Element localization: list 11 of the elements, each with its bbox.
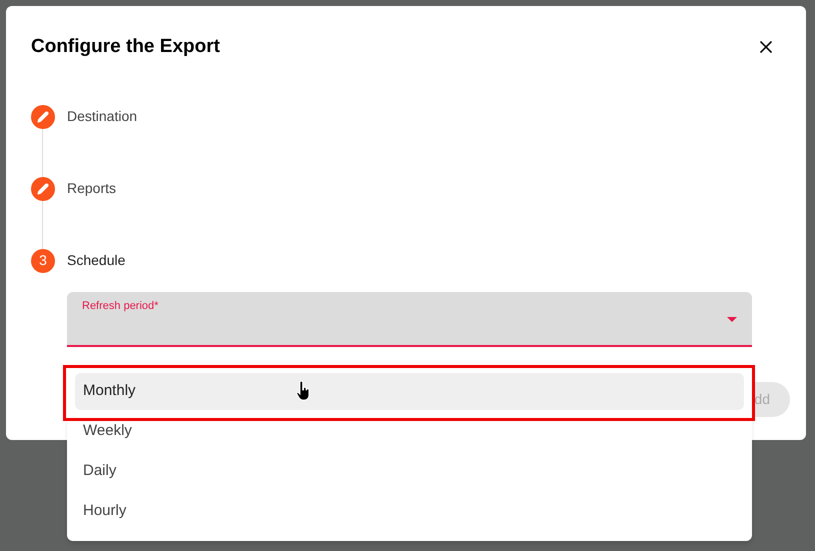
pencil-icon <box>31 104 55 128</box>
menu-item[interactable]: Monthly <box>75 373 744 410</box>
dialog-title: Configure the Export <box>31 35 220 59</box>
hand-cursor-icon <box>296 381 310 401</box>
step-label: Destination <box>67 107 138 126</box>
caret-icon <box>727 316 737 322</box>
pencil-icon <box>31 176 55 200</box>
step-label: Schedule <box>67 251 126 270</box>
field-label: Refresh period* <box>82 298 158 314</box>
step-label: Reports <box>67 179 116 198</box>
step-number: 3 <box>31 248 55 272</box>
